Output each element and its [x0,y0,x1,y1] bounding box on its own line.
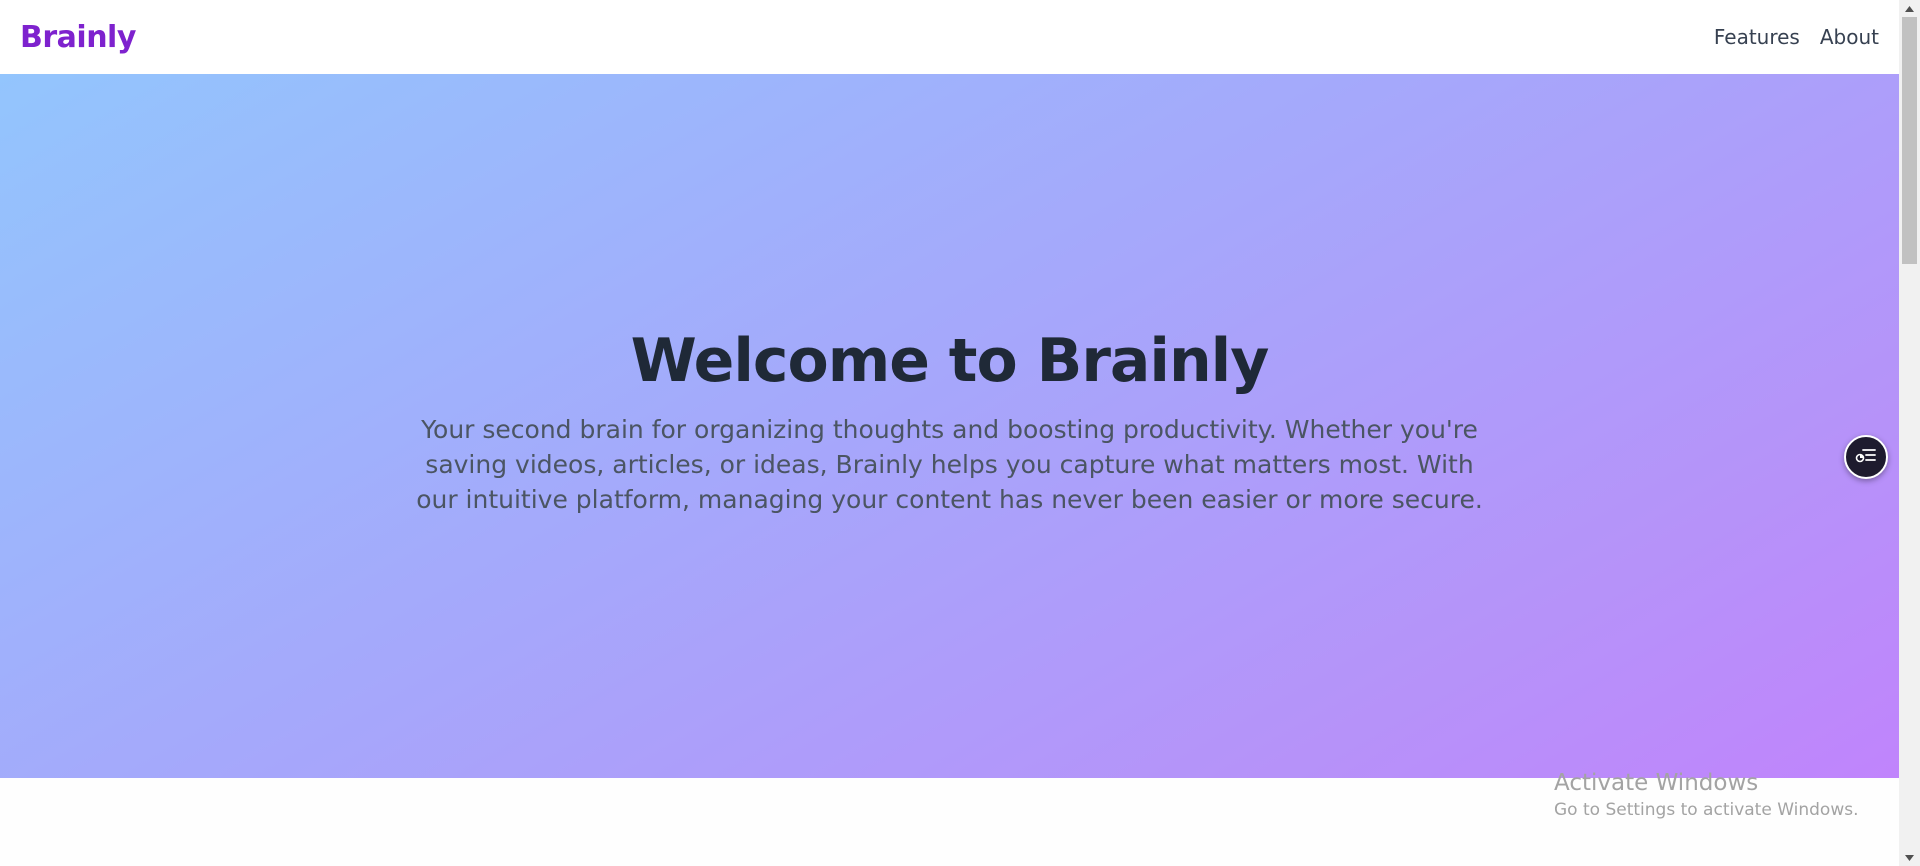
scroll-down-arrow-icon[interactable] [1899,849,1920,866]
watermark-subtitle: Go to Settings to activate Windows. [1554,800,1859,820]
top-navbar: Brainly Features About [0,0,1899,74]
scrollbar-thumb[interactable] [1902,17,1917,264]
nav-link-features[interactable]: Features [1714,25,1800,49]
main-nav: Features About [1714,25,1879,49]
page: Brainly Features About Welcome to Brainl… [0,0,1920,866]
floating-action-button[interactable] [1844,435,1888,479]
windows-activation-watermark: Activate Windows Go to Settings to activ… [1554,770,1859,820]
watermark-title: Activate Windows [1554,770,1759,796]
hero-description: Your second brain for organizing thought… [416,414,1483,514]
brand-logo[interactable]: Brainly [20,20,136,55]
hero-title: Welcome to Brainly [630,325,1270,396]
vertical-scrollbar[interactable] [1899,0,1920,866]
scroll-up-arrow-icon[interactable] [1899,0,1920,17]
hero-section: Welcome to Brainly Your second brain for… [0,74,1899,778]
nav-link-about[interactable]: About [1820,25,1879,49]
toc-list-icon [1855,446,1877,468]
